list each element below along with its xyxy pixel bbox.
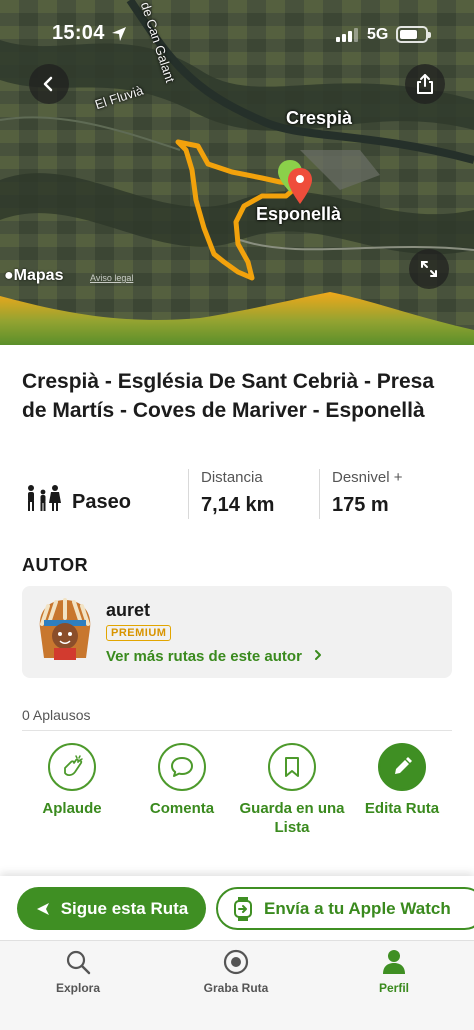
pencil-icon (395, 757, 412, 774)
cta-bar: Sigue esta Ruta Envía a tu Apple Watch (0, 876, 474, 940)
status-time: 15:04 (52, 22, 105, 44)
battery-icon (396, 26, 431, 43)
stat-divider (319, 469, 320, 519)
comment-button[interactable]: Comenta (127, 743, 237, 818)
attribution-text: Mapas (13, 267, 64, 284)
tab-record[interactable]: Graba Ruta (176, 947, 296, 995)
comment-icon (171, 757, 193, 777)
edit-circle (378, 743, 426, 791)
map-label-esponella: Esponellà (256, 204, 342, 224)
save-label: Guarda en una Lista (239, 800, 345, 836)
edit-label: Edita Ruta (364, 800, 440, 817)
status-bar: 15:04 5G (0, 0, 474, 60)
search-icon (66, 950, 91, 975)
comment-label: Comenta (149, 800, 215, 817)
profile-icon (383, 950, 405, 974)
comment-circle (158, 743, 206, 791)
tab-profile[interactable]: Perfil (334, 947, 454, 995)
apple-maps-attribution: ●Mapas (4, 267, 63, 285)
applaud-button[interactable]: Aplaude (17, 743, 127, 818)
route-type-label: Paseo (72, 491, 131, 513)
share-icon (417, 74, 433, 94)
tab-bar: Explora Graba Ruta Perfil (0, 940, 474, 1030)
elevation-value: 175 m (332, 494, 389, 516)
family-walk-icon (28, 484, 61, 511)
applaud-circle (48, 743, 96, 791)
follow-route-button[interactable]: Sigue esta Ruta (17, 887, 206, 930)
record-icon (223, 949, 249, 975)
distance-value: 7,14 km (201, 494, 275, 516)
more-routes-label: Ver más rutas de este autor (106, 648, 302, 665)
avatar (39, 598, 91, 660)
author-heading: AUTOR (22, 555, 89, 575)
expand-map-button[interactable] (409, 249, 449, 289)
author-name[interactable]: auret (106, 600, 150, 621)
legal-link[interactable]: Aviso legal (90, 273, 133, 283)
stat-distance: Distancia 7,14 km (201, 469, 274, 517)
apple-logo-icon: ● (4, 267, 14, 284)
route-stats: Paseo Distancia 7,14 km Desnivel + 175 m (0, 467, 474, 523)
save-circle (268, 743, 316, 791)
author-card[interactable]: auret PREMIUM Ver más rutas de este auto… (22, 586, 452, 678)
divider (22, 730, 452, 731)
premium-badge: PREMIUM (106, 625, 172, 641)
distance-label: Distancia (201, 469, 263, 486)
action-row: Aplaude Comenta Guarda en una Lista Edit… (0, 743, 474, 843)
chevron-left-icon (43, 76, 53, 92)
send-to-watch-label: Envía a tu Apple Watch (264, 898, 451, 918)
more-routes-link[interactable]: Ver más rutas de este autor (106, 648, 324, 665)
map-label-crespia: Crespià (286, 108, 353, 128)
bookmark-icon (285, 757, 299, 777)
applaud-label: Aplaude (42, 800, 102, 817)
clap-icon (64, 755, 83, 777)
save-to-list-button[interactable]: Guarda en una Lista (237, 743, 347, 837)
signal-icon (336, 28, 358, 42)
stat-divider (188, 469, 189, 519)
tab-record-label: Graba Ruta (203, 981, 269, 995)
edit-route-button[interactable]: Edita Ruta (347, 743, 457, 818)
send-to-watch-button[interactable]: Envía a tu Apple Watch (216, 887, 474, 930)
follow-route-label: Sigue esta Ruta (60, 898, 189, 918)
network-type: 5G (367, 26, 389, 43)
navigate-icon (35, 901, 51, 917)
watch-icon (232, 896, 254, 922)
route-type: Paseo (22, 481, 131, 514)
tab-profile-label: Perfil (378, 981, 409, 995)
tab-explore[interactable]: Explora (18, 947, 138, 995)
share-button[interactable] (405, 64, 445, 104)
stat-elevation: Desnivel + 175 m (332, 469, 402, 517)
chevron-right-icon (315, 650, 322, 660)
expand-icon (421, 261, 437, 277)
route-title: Crespià - Església De Sant Cebrià - Pres… (22, 370, 435, 422)
elevation-label: Desnivel + (332, 469, 403, 486)
tab-explore-label: Explora (55, 981, 100, 995)
applause-count[interactable]: 0 Aplausos (22, 707, 91, 723)
location-arrow-icon (112, 27, 126, 41)
route-map[interactable]: Crespià Esponellà El Fluvià de Can Galan… (0, 0, 474, 345)
back-button[interactable] (29, 64, 69, 104)
